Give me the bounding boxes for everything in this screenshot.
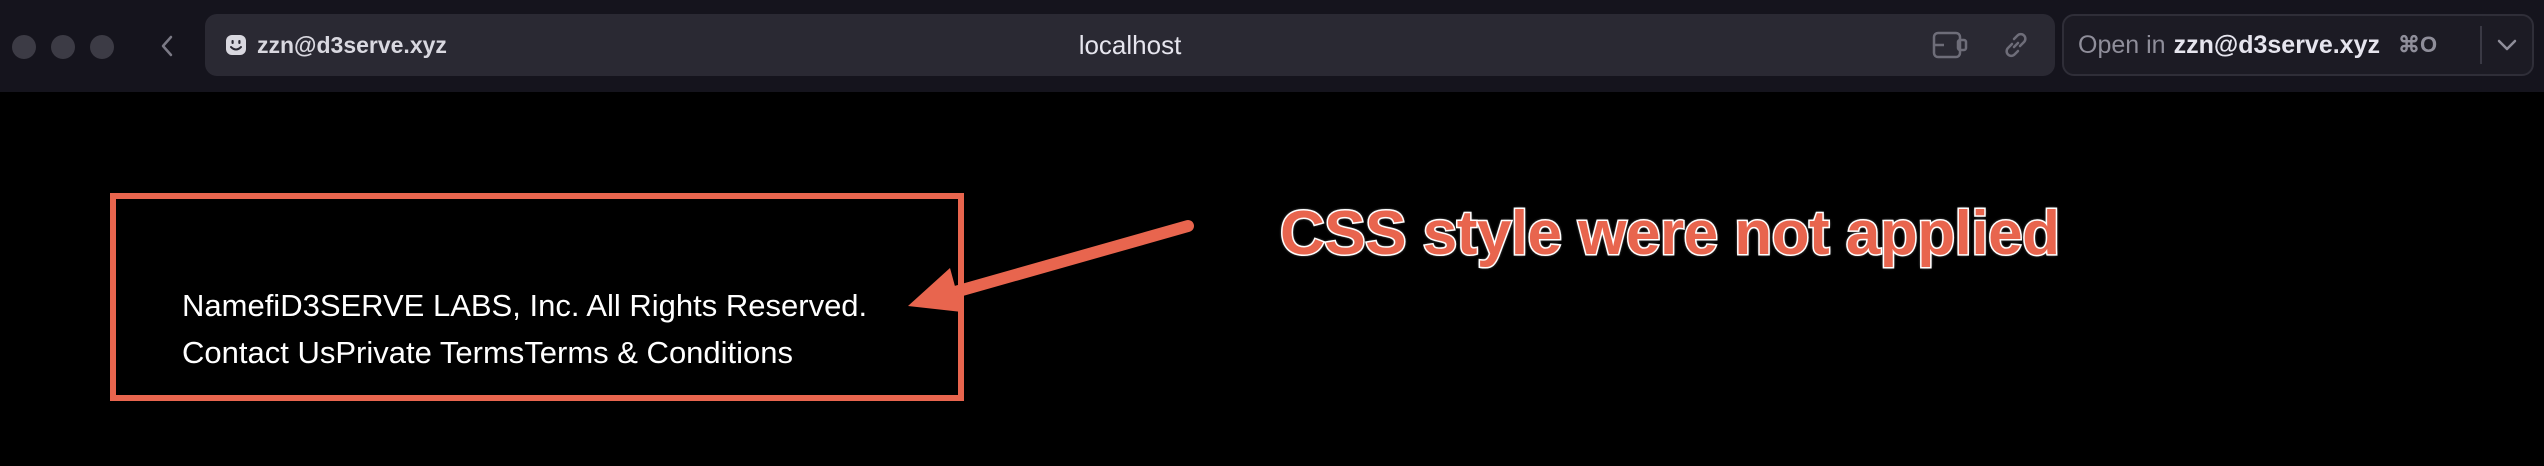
annotation-text: CSS style were not applied [1278,198,2061,270]
annotation-arrow [908,220,1194,312]
